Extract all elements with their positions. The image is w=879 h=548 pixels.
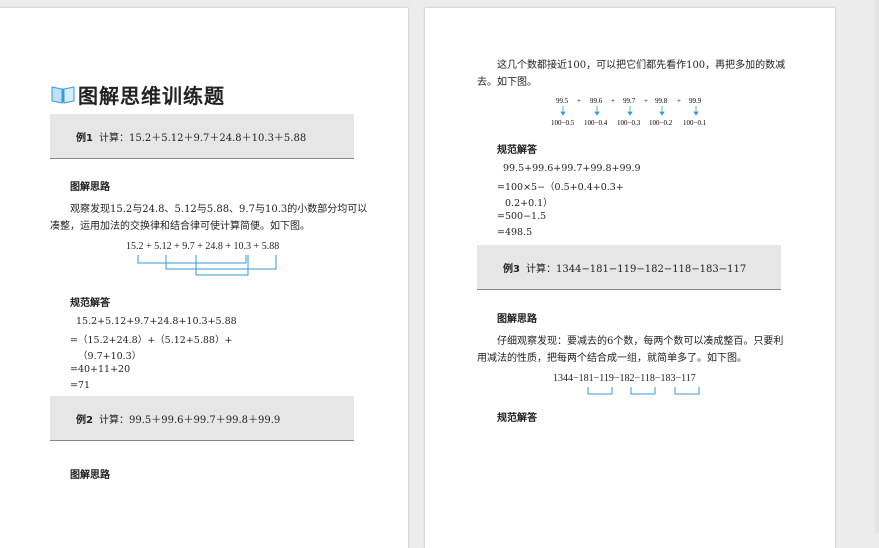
example-3-box: 例3 计算：1344−181−119−182−118−183−117 xyxy=(477,245,781,290)
ex2-solution-line-4: =500−1.5 xyxy=(497,211,547,222)
ex2-intro-line-1: 这几个数都接近100，可以把它们都先看作100，再把多加的数减 xyxy=(497,60,786,71)
diag-top-7: + xyxy=(677,97,681,105)
diag-top-3: + xyxy=(611,97,615,105)
vertical-scrollbar[interactable] xyxy=(875,0,879,533)
ex1-pairing-brackets xyxy=(137,255,277,276)
diag-bottom-4: 100−0.1 xyxy=(683,119,707,127)
diag-top-1: + xyxy=(577,97,581,105)
ex2-solution-line-5: =498.5 xyxy=(497,227,533,238)
diag-bottom-1: 100−0.4 xyxy=(584,119,608,127)
diag-top-8: 99.9 xyxy=(689,97,702,105)
ex2-solution-line-3: 0.2+0.1） xyxy=(505,198,553,209)
ex3-thinking-line-1: 仔细观察发现：要减去的6个数，每两个数可以凑成整百。只要利 xyxy=(497,336,784,347)
ex1-thinking-line-2: 凑整，运用加法的交换律和结合律可使计算简便。如下图。 xyxy=(50,221,310,232)
ex2-approximation-diagram: 99.5 + 99.6 + 99.7 + 99.8 + 99.9 100−0.5… xyxy=(551,97,707,127)
ex1-solution-line-3: （9.7+10.3） xyxy=(78,351,142,362)
title-text: 图解思维训练题 xyxy=(78,83,225,108)
ex1-solution-line-2: =（15.2+24.8）+（5.12+5.88）+ xyxy=(70,335,233,346)
diag-top-2: 99.6 xyxy=(590,97,603,105)
diag-top-4: 99.7 xyxy=(623,97,636,105)
ex3-thinking-line-2: 用减法的性质，把每两个结合成一组，就简单多了。如下图。 xyxy=(477,353,747,364)
diag-bottom-3: 100−0.2 xyxy=(649,119,673,127)
ex3-diagram-expression: 1344−181−119−182−118−183−117 xyxy=(553,373,696,384)
diag-top-5: + xyxy=(644,97,648,105)
ex1-solution-line-5: =71 xyxy=(70,380,91,391)
open-book-icon xyxy=(51,86,75,104)
ex1-thinking-line-1: 观察发现15.2与24.8、5.12与5.88、9.7与10.3的小数部分均可以 xyxy=(70,204,368,215)
diag-bottom-2: 100−0.3 xyxy=(617,119,641,127)
ex1-thinking-heading: 图解思路 xyxy=(70,182,110,193)
example-1-text: 计算：15.2＋5.12＋9.7＋24.8＋10.3＋5.88 xyxy=(98,132,307,144)
ex2-solution-heading: 规范解答 xyxy=(497,145,537,156)
ex1-diagram-expression: 15.2 + 5.12 + 9.7 + 24.8 + 10.3 + 5.88 xyxy=(126,241,280,252)
ex2-thinking-heading: 图解思路 xyxy=(70,470,110,481)
ex3-solution-heading: 规范解答 xyxy=(497,413,537,424)
diag-top-0: 99.5 xyxy=(556,97,569,105)
page-title: 图解思维训练题 xyxy=(50,80,225,108)
example-3-label: 例3 xyxy=(503,263,520,275)
ex2-intro-line-2: 去。如下图。 xyxy=(477,77,537,88)
document-page-right: 这几个数都接近100，可以把它们都先看作100，再把多加的数减 去。如下图。 9… xyxy=(425,8,835,548)
ex3-thinking-heading: 图解思路 xyxy=(497,314,537,325)
ex2-solution-line-2: =100×5−（0.5+0.4+0.3+ xyxy=(497,182,624,193)
example-1-label: 例1 xyxy=(76,132,93,144)
example-1-box: 例1 计算：15.2＋5.12＋9.7＋24.8＋10.3＋5.88 xyxy=(50,114,354,159)
ex1-solution-line-1: 15.2+5.12+9.7+24.8+10.3+5.88 xyxy=(76,316,237,327)
diag-bottom-0: 100−0.5 xyxy=(551,119,575,127)
example-2-box: 例2 计算：99.5＋99.6＋99.7＋99.8＋99.9 xyxy=(50,396,354,441)
example-2-label: 例2 xyxy=(76,414,93,426)
example-2-text: 计算：99.5＋99.6＋99.7＋99.8＋99.9 xyxy=(98,414,281,426)
example-3-text: 计算：1344−181−119−182−118−183−117 xyxy=(525,263,747,275)
ex1-solution-heading: 规范解答 xyxy=(70,298,110,309)
ex1-solution-line-4: =40+11+20 xyxy=(70,364,131,375)
ex3-pairing-brackets xyxy=(587,387,700,395)
ex2-solution-line-1: 99.5+99.6+99.7+99.8+99.9 xyxy=(503,163,641,174)
diag-top-6: 99.8 xyxy=(655,97,668,105)
document-page-left: 图解思维训练题 例1 计算：15.2＋5.12＋9.7＋24.8＋10.3＋5.… xyxy=(0,8,408,548)
